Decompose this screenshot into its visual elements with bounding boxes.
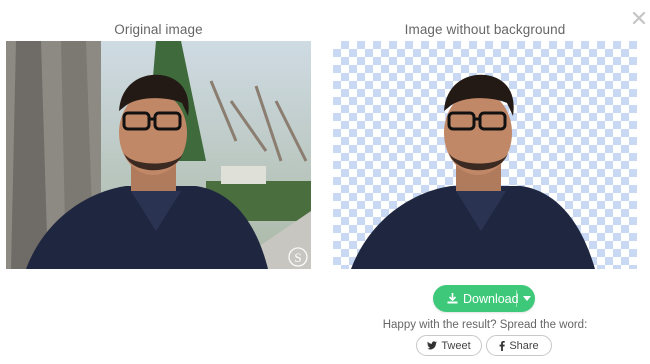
download-label: Download: [463, 291, 519, 306]
spread-the-word-text: Happy with the result? Spread the word:: [382, 319, 588, 331]
person-cutout: [351, 74, 595, 269]
download-icon: [447, 293, 458, 304]
caret-down-icon: [523, 296, 531, 301]
original-image: S: [6, 41, 311, 269]
result-image-title: Image without background: [404, 22, 566, 37]
share-button[interactable]: Share: [486, 335, 552, 356]
share-label: Share: [509, 339, 539, 352]
download-main[interactable]: Download: [433, 285, 519, 312]
tweet-label: Tweet: [441, 339, 471, 352]
twitter-icon: [427, 341, 438, 350]
download-options-toggle[interactable]: [519, 285, 535, 312]
result-image: [333, 41, 637, 269]
download-separator: [516, 290, 517, 307]
original-image-title: Original image: [114, 22, 203, 37]
svg-text:S: S: [294, 250, 301, 265]
tweet-button[interactable]: Tweet: [416, 335, 482, 356]
download-button[interactable]: Download: [433, 285, 535, 312]
facebook-icon: [499, 340, 506, 351]
